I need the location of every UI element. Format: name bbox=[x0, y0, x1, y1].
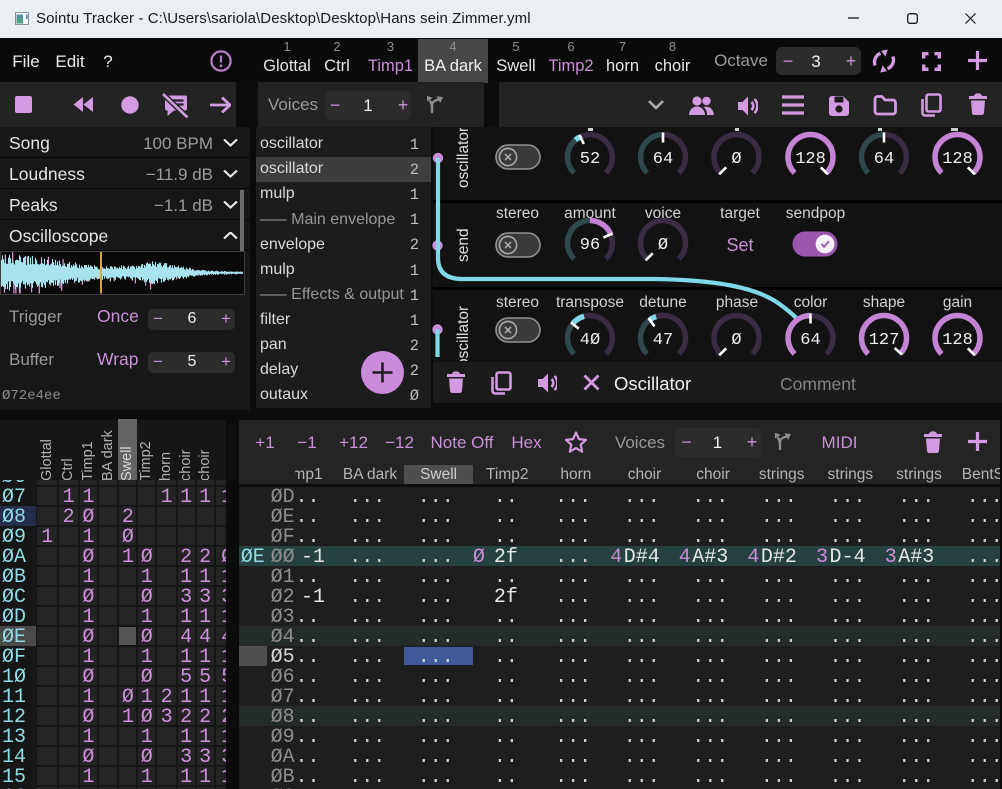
svg-text:52: 52 bbox=[580, 150, 600, 169]
svg-text:64: 64 bbox=[653, 150, 673, 169]
svg-text:Ø: Ø bbox=[731, 150, 741, 169]
svg-text:128: 128 bbox=[942, 331, 973, 350]
svg-text:4Ø: 4Ø bbox=[580, 331, 600, 350]
svg-text:47: 47 bbox=[653, 331, 673, 350]
svg-text:128: 128 bbox=[795, 150, 826, 169]
svg-text:64: 64 bbox=[800, 331, 820, 350]
svg-text:128: 128 bbox=[942, 150, 973, 169]
svg-text:64: 64 bbox=[874, 150, 894, 169]
svg-text:Ø: Ø bbox=[731, 331, 741, 350]
svg-text:Ø: Ø bbox=[658, 236, 668, 255]
svg-text:127: 127 bbox=[869, 331, 900, 350]
svg-text:96: 96 bbox=[580, 236, 600, 255]
